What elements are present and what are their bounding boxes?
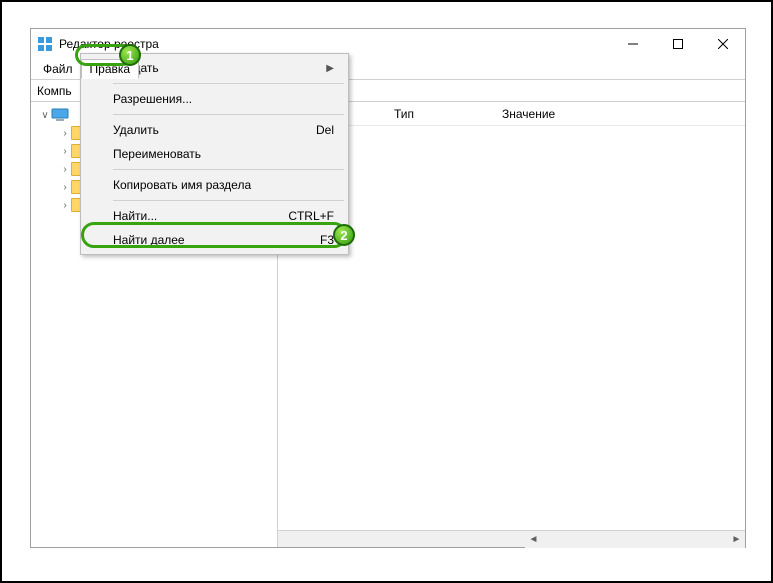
chevron-right-icon[interactable]: › (59, 182, 71, 193)
menubar: Файл Правка Вид Избранное Справка (31, 59, 745, 80)
menu-item-label: Найти далее (113, 233, 185, 247)
menu-item-label: Найти... (113, 209, 157, 223)
chevron-right-icon[interactable]: › (59, 164, 71, 175)
address-path: Компь (37, 84, 72, 98)
menu-shortcut: F3 (320, 233, 334, 247)
window-controls (610, 29, 745, 59)
maximize-button[interactable] (655, 29, 700, 59)
menu-shortcut: Del (316, 123, 334, 137)
menu-copy-key-name[interactable]: Копировать имя раздела (83, 173, 346, 197)
menu-permissions[interactable]: Разрешения... (83, 87, 346, 111)
chevron-right-icon[interactable]: › (59, 128, 71, 139)
menu-item-label: Разрешения... (113, 92, 192, 106)
menu-find-next[interactable]: Найти далее F3 (83, 228, 346, 252)
chevron-down-icon[interactable]: ∨ (39, 110, 51, 121)
menu-shortcut: CTRL+F (288, 209, 334, 223)
menu-file[interactable]: Файл (35, 60, 81, 78)
menu-separator (113, 200, 344, 201)
menu-separator (113, 83, 344, 84)
menu-separator (113, 169, 344, 170)
menu-item-label: Переименовать (113, 147, 201, 161)
submenu-arrow-icon: ▶ (326, 63, 334, 74)
column-type[interactable]: Тип (386, 107, 494, 121)
menu-edit[interactable]: Правка (81, 59, 140, 79)
horizontal-scrollbar[interactable]: ◄ ► (278, 530, 745, 547)
scroll-right-icon[interactable]: ► (728, 531, 745, 548)
menu-delete[interactable]: Удалить Del (83, 118, 346, 142)
app-icon (37, 36, 53, 52)
computer-icon (51, 108, 69, 122)
chevron-right-icon[interactable]: › (59, 200, 71, 211)
scroll-left-icon[interactable]: ◄ (525, 531, 542, 548)
menu-item-label: Удалить (113, 123, 159, 137)
menu-item-label: Копировать имя раздела (113, 178, 251, 192)
chevron-right-icon[interactable]: › (59, 146, 71, 157)
menu-rename[interactable]: Переименовать (83, 142, 346, 166)
column-value[interactable]: Значение (494, 107, 745, 121)
window-title: Редактор реестра (59, 37, 159, 51)
menu-separator (113, 114, 344, 115)
minimize-button[interactable] (610, 29, 655, 59)
edit-dropdown-menu: Создать ▶ Разрешения... Удалить Del Пере… (80, 53, 349, 255)
menu-find[interactable]: Найти... CTRL+F (83, 204, 346, 228)
close-button[interactable] (700, 29, 745, 59)
